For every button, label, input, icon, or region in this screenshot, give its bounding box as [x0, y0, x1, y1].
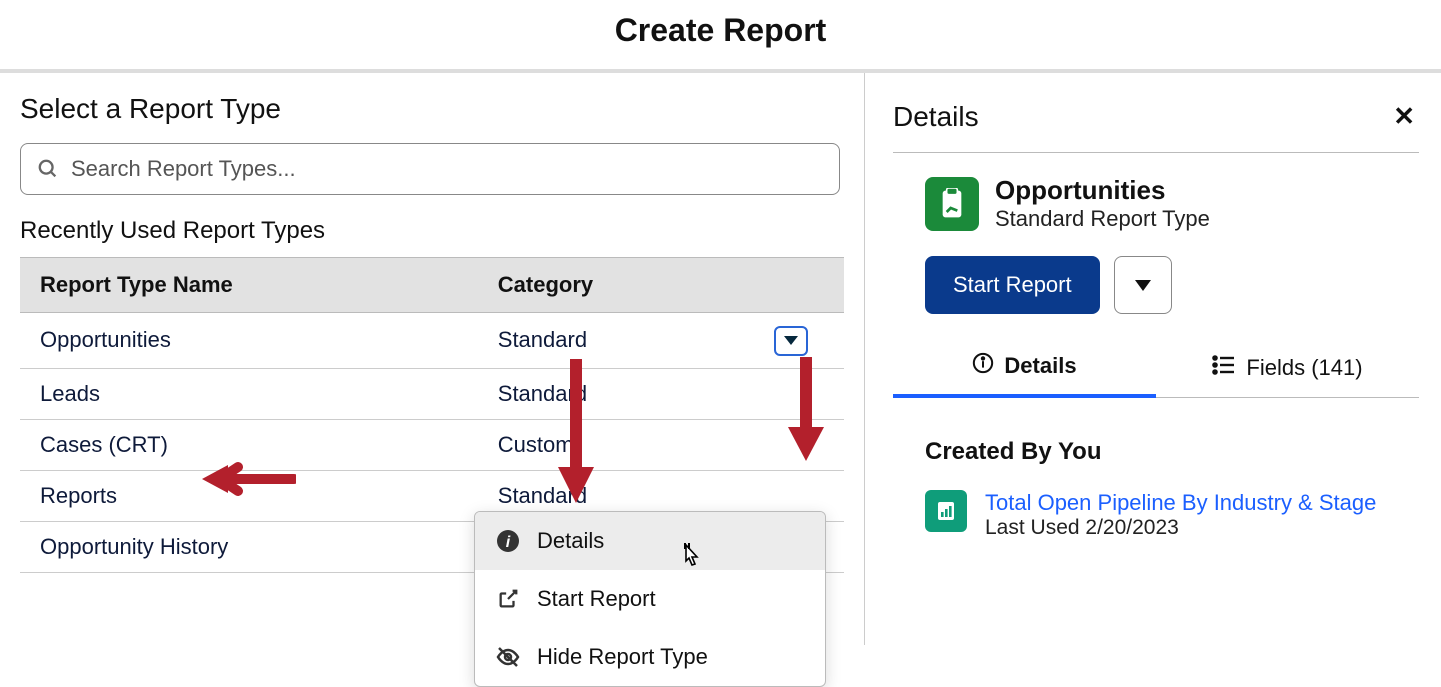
tab-details[interactable]: Details: [893, 352, 1156, 398]
dropdown-label: Hide Report Type: [537, 644, 708, 670]
col-category[interactable]: Category: [478, 258, 744, 313]
dropdown-label: Details: [537, 528, 604, 554]
cell-name: Reports: [20, 470, 478, 521]
start-report-button[interactable]: Start Report: [925, 256, 1100, 314]
cell-category: Standard: [478, 368, 744, 419]
table-row[interactable]: Opportunities Standard: [20, 313, 844, 369]
created-by-heading: Created By You: [893, 438, 1419, 466]
cell-name: Leads: [20, 368, 478, 419]
report-last-used: Last Used 2/20/2023: [985, 516, 1376, 540]
report-type-block: Opportunities Standard Report Type: [893, 175, 1419, 232]
report-icon: [925, 490, 967, 532]
content-area: Select a Report Type Recently Used Repor…: [0, 73, 1441, 645]
close-button[interactable]: ✕: [1389, 97, 1419, 136]
cell-category: Custom: [478, 419, 744, 470]
chevron-down-icon: [1135, 280, 1151, 291]
action-row: Start Report: [893, 256, 1419, 314]
row-dropdown-menu: i Details Start Report Hide Repor: [474, 511, 826, 687]
details-tabs: Details Fields (141): [893, 352, 1419, 398]
list-icon: [1212, 354, 1236, 382]
table-header-row: Report Type Name Category: [20, 258, 844, 313]
cell-name: Opportunity History: [20, 521, 478, 572]
section-title: Select a Report Type: [20, 93, 844, 125]
subsection-title: Recently Used Report Types: [20, 217, 844, 245]
table-row[interactable]: Cases (CRT) Custom: [20, 419, 844, 470]
left-panel: Select a Report Type Recently Used Repor…: [0, 73, 865, 645]
info-icon: [972, 352, 994, 380]
col-actions: [744, 258, 844, 313]
dropdown-item-details[interactable]: i Details: [475, 512, 825, 570]
report-type-icon: [925, 177, 979, 231]
dropdown-item-start-report[interactable]: Start Report: [475, 570, 825, 628]
report-link[interactable]: Total Open Pipeline By Industry & Stage: [985, 490, 1376, 516]
svg-text:i: i: [506, 534, 511, 551]
page-title: Create Report: [0, 0, 1441, 69]
table-row[interactable]: Leads Standard: [20, 368, 844, 419]
info-icon: i: [495, 528, 521, 554]
details-panel: Details ✕ Opportunities Standard Report …: [865, 73, 1441, 645]
report-type-name: Opportunities: [995, 175, 1210, 206]
chevron-down-icon: [784, 336, 798, 345]
search-box[interactable]: [20, 143, 840, 195]
hide-icon: [495, 644, 521, 670]
cell-name: Cases (CRT): [20, 419, 478, 470]
tab-label: Fields (141): [1246, 355, 1362, 381]
col-name[interactable]: Report Type Name: [20, 258, 478, 313]
more-actions-button[interactable]: [1114, 256, 1172, 314]
search-icon: [37, 158, 59, 180]
external-link-icon: [495, 586, 521, 612]
tab-fields[interactable]: Fields (141): [1156, 352, 1419, 397]
dropdown-item-hide[interactable]: Hide Report Type: [475, 628, 825, 686]
details-title: Details: [893, 101, 979, 133]
row-menu-button[interactable]: [774, 326, 808, 356]
report-link-row: Total Open Pipeline By Industry & Stage …: [893, 490, 1419, 540]
details-header: Details ✕: [893, 97, 1419, 153]
cell-name: Opportunities: [20, 313, 478, 369]
report-type-subtitle: Standard Report Type: [995, 206, 1210, 232]
search-input[interactable]: [71, 156, 823, 182]
tab-label: Details: [1004, 353, 1076, 379]
cell-category: Standard: [478, 313, 744, 369]
dropdown-label: Start Report: [537, 586, 656, 612]
